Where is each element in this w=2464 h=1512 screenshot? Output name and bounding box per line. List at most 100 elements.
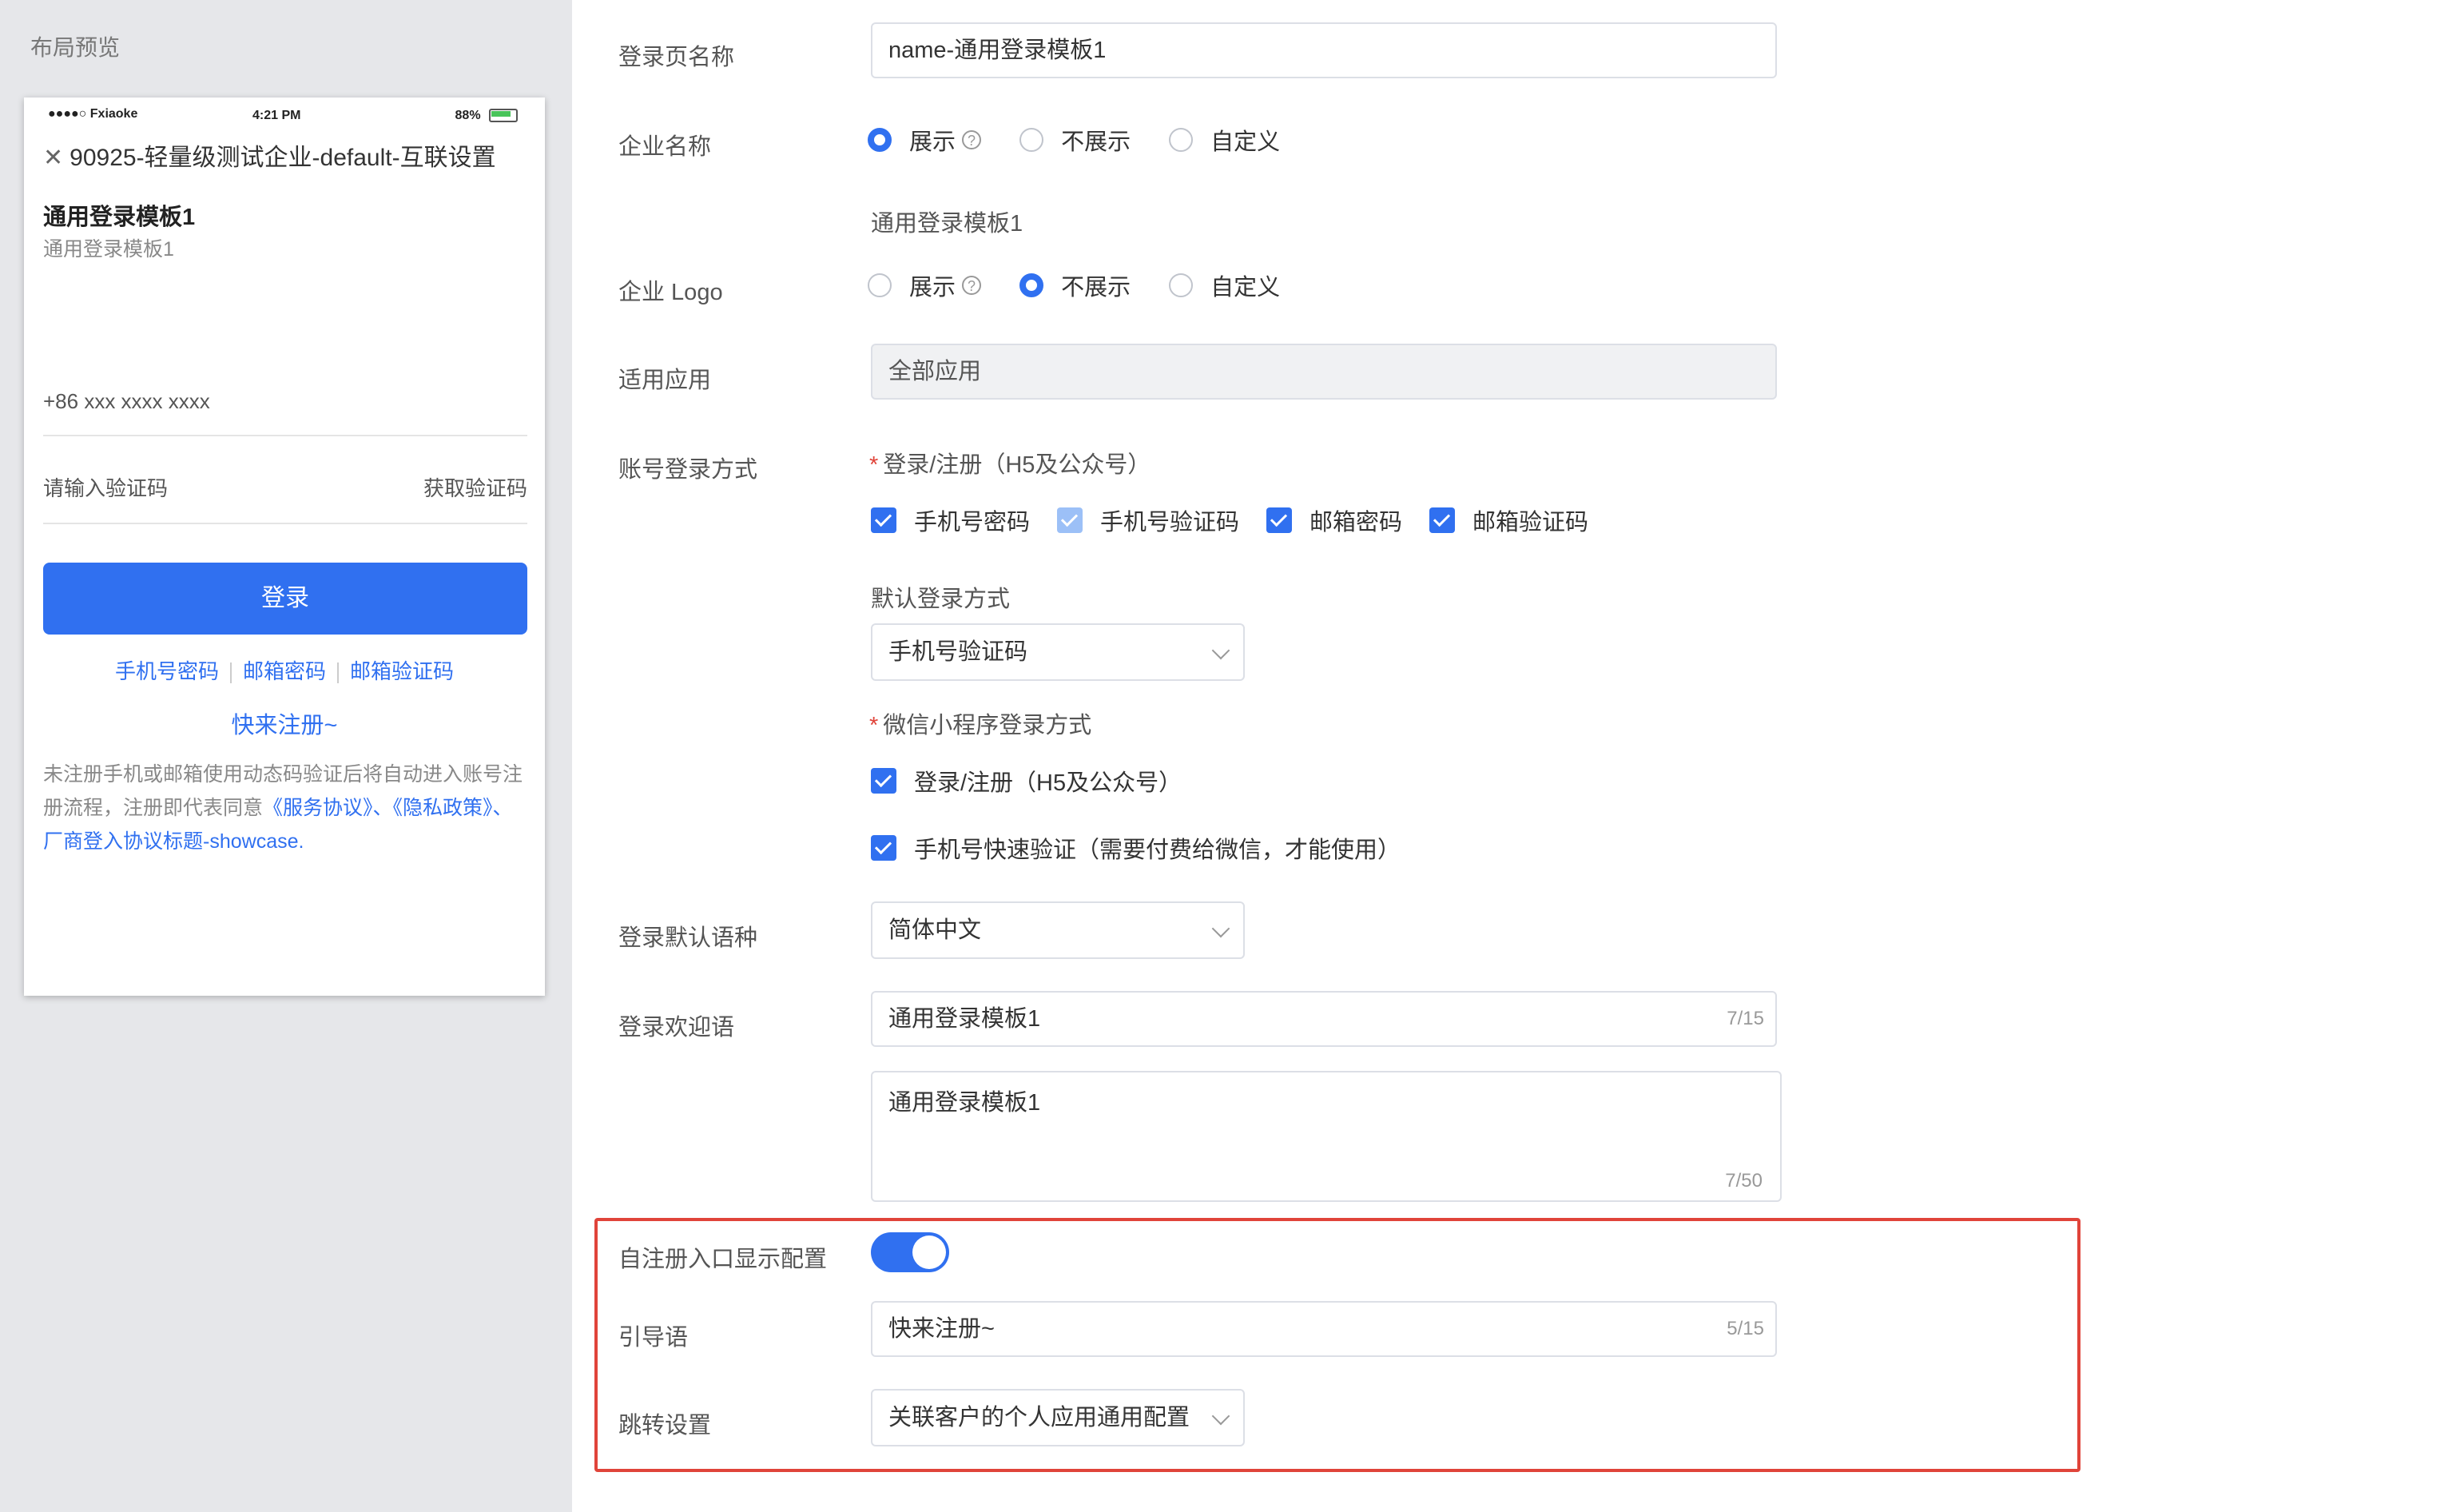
radio-dot <box>1169 128 1194 152</box>
company-name-custom-radio[interactable]: 自定义 <box>1169 123 1280 157</box>
chevron-down-icon <box>1211 1407 1230 1426</box>
page-name-label: 登录页名称 <box>618 45 735 70</box>
checkbox-icon <box>1429 507 1456 533</box>
radio-label: 自定义 <box>1210 129 1281 155</box>
battery-indicator: 88% <box>455 109 518 123</box>
preview-title: 布局预览 <box>30 35 121 60</box>
close-icon[interactable]: ✕ <box>43 145 63 171</box>
guide-input[interactable]: 快来注册~ 5/15 <box>871 1301 1777 1357</box>
phone-placeholder: +86 xxx xxxx xxxx <box>43 389 210 413</box>
get-code-button[interactable]: 获取验证码 <box>423 472 527 502</box>
checkbox-label: 邮箱验证码 <box>1472 510 1589 535</box>
radio-dot <box>1019 128 1044 152</box>
chevron-down-icon <box>1211 919 1230 938</box>
login-method-sublabel: * 登录/注册（H5及公众号） <box>869 446 1151 479</box>
login-method-label: 账号登录方式 <box>618 457 758 483</box>
company-logo-radio-group: 展示? 不展示 自定义 <box>868 269 1312 304</box>
help-icon[interactable]: ? <box>962 130 982 149</box>
checkbox-icon <box>1057 507 1083 533</box>
self-register-label: 自注册入口显示配置 <box>618 1247 828 1272</box>
login-button[interactable]: 登录 <box>43 563 527 635</box>
mini-program-label: * 微信小程序登录方式 <box>869 706 1091 740</box>
radio-dot <box>868 273 892 297</box>
check-phone-password[interactable]: 手机号密码 <box>871 503 1030 537</box>
phone-mockup: ●●●●○ Fxiaoke 4:21 PM 88% ✕ 90925-轻量级测试企业… <box>24 97 545 996</box>
checkbox-icon <box>871 507 896 533</box>
language-label: 登录默认语种 <box>618 925 758 951</box>
mini-program-label-text: 微信小程序登录方式 <box>883 713 1092 738</box>
page-name-input[interactable]: name-通用登录模板1 <box>871 22 1777 78</box>
company-logo-hide-radio[interactable]: 不展示 <box>1019 269 1131 302</box>
welcome-textarea-value: 通用登录模板1 <box>888 1090 1041 1116</box>
required-mark: * <box>869 713 879 738</box>
company-name-show-radio[interactable]: 展示? <box>868 123 982 157</box>
language-select[interactable]: 简体中文 <box>871 901 1245 959</box>
phone-header: ✕ 90925-轻量级测试企业-default-互联设置 <box>43 137 531 173</box>
check-mini-phone-fast[interactable]: 手机号快速验证（需要付费给微信，才能使用） <box>871 831 1401 865</box>
phone-number-input[interactable]: +86 xxx xxxx xxxx <box>43 377 527 436</box>
alt-link-email-password[interactable]: 邮箱密码 <box>243 659 326 683</box>
radio-label: 展示 <box>909 129 956 155</box>
default-login-label: 默认登录方式 <box>871 587 1011 612</box>
redirect-value: 关联客户的个人应用通用配置 <box>888 1405 1190 1430</box>
welcome-label: 登录欢迎语 <box>618 1015 735 1040</box>
company-logo-custom-radio[interactable]: 自定义 <box>1169 269 1280 302</box>
checkbox-icon <box>1266 507 1293 533</box>
char-counter: 5/15 <box>1727 1318 1764 1339</box>
status-bar: ●●●●○ Fxiaoke 4:21 PM 88% <box>24 97 545 125</box>
help-icon[interactable]: ? <box>962 276 982 295</box>
check-phone-code[interactable]: 手机号验证码 <box>1057 503 1239 537</box>
company-name-hide-radio[interactable]: 不展示 <box>1019 123 1131 157</box>
check-email-code[interactable]: 邮箱验证码 <box>1429 503 1588 537</box>
template-title: 通用登录模板1 <box>43 205 196 230</box>
apps-input: 全部应用 <box>871 344 1777 400</box>
alt-link-phone-password[interactable]: 手机号密码 <box>115 659 219 683</box>
welcome-value: 通用登录模板1 <box>888 1006 1041 1032</box>
agreement-text: 未注册手机或邮箱使用动态码验证后将自动进入账号注册流程，注册即代表同意《服务协议… <box>43 758 532 858</box>
self-register-toggle[interactable] <box>871 1232 949 1272</box>
alt-link-email-code[interactable]: 邮箱验证码 <box>350 659 454 683</box>
clock-text: 4:21 PM <box>252 109 301 122</box>
company-name-label: 企业名称 <box>618 134 712 160</box>
radio-dot <box>1019 273 1044 297</box>
battery-text: 88% <box>455 109 481 122</box>
welcome-input[interactable]: 通用登录模板1 7/15 <box>871 991 1777 1047</box>
checkbox-label: 手机号密码 <box>914 510 1031 535</box>
battery-icon <box>489 109 518 123</box>
default-login-select[interactable]: 手机号验证码 <box>871 623 1245 681</box>
guide-label: 引导语 <box>618 1325 689 1351</box>
template-subtitle: 通用登录模板1 <box>43 238 174 261</box>
radio-dot <box>868 128 892 152</box>
check-mini-register[interactable]: 登录/注册（H5及公众号） <box>871 764 1182 798</box>
checkbox-label: 邮箱密码 <box>1309 510 1403 535</box>
link-divider <box>229 662 232 684</box>
company-name-radio-group: 展示? 不展示 自定义 <box>868 123 1312 158</box>
checkbox-label: 手机号快速验证（需要付费给微信，才能使用） <box>914 838 1401 863</box>
login-method-sublabel-text: 登录/注册（H5及公众号） <box>883 452 1151 478</box>
checkbox-icon <box>871 768 896 794</box>
welcome-textarea[interactable]: 通用登录模板1 7/50 <box>871 1071 1782 1202</box>
radio-label: 不展示 <box>1061 275 1131 300</box>
link-divider <box>337 662 339 684</box>
verification-code-input[interactable]: 请输入验证码 获取验证码 <box>43 465 527 524</box>
carrier-text: ●●●●○ Fxiaoke <box>48 107 138 121</box>
quick-register-link[interactable]: 快来注册~ <box>24 706 545 740</box>
layout-preview-panel: 布局预览 ●●●●○ Fxiaoke 4:21 PM 88% ✕ 90925-轻量… <box>0 0 572 1512</box>
redirect-select[interactable]: 关联客户的个人应用通用配置 <box>871 1389 1245 1446</box>
checkbox-label: 手机号验证码 <box>1100 510 1240 535</box>
char-counter: 7/15 <box>1727 1008 1764 1029</box>
check-email-password[interactable]: 邮箱密码 <box>1266 503 1402 537</box>
mini-check-phone-fast: 手机号快速验证（需要付费给微信，才能使用） <box>871 831 1428 865</box>
alt-login-links: 手机号密码 邮箱密码 邮箱验证码 <box>24 655 545 685</box>
radio-label: 自定义 <box>1210 275 1281 300</box>
radio-dot <box>1169 273 1194 297</box>
default-login-value: 手机号验证码 <box>888 639 1028 665</box>
checkbox-label: 登录/注册（H5及公众号） <box>914 770 1182 796</box>
language-value: 简体中文 <box>888 917 982 943</box>
mini-check-register: 登录/注册（H5及公众号） <box>871 764 1209 798</box>
apps-label: 适用应用 <box>618 368 712 393</box>
required-mark: * <box>869 452 879 478</box>
company-logo-show-radio[interactable]: 展示? <box>868 269 982 302</box>
guide-value: 快来注册~ <box>888 1316 995 1342</box>
char-counter: 7/50 <box>1725 1170 1763 1192</box>
